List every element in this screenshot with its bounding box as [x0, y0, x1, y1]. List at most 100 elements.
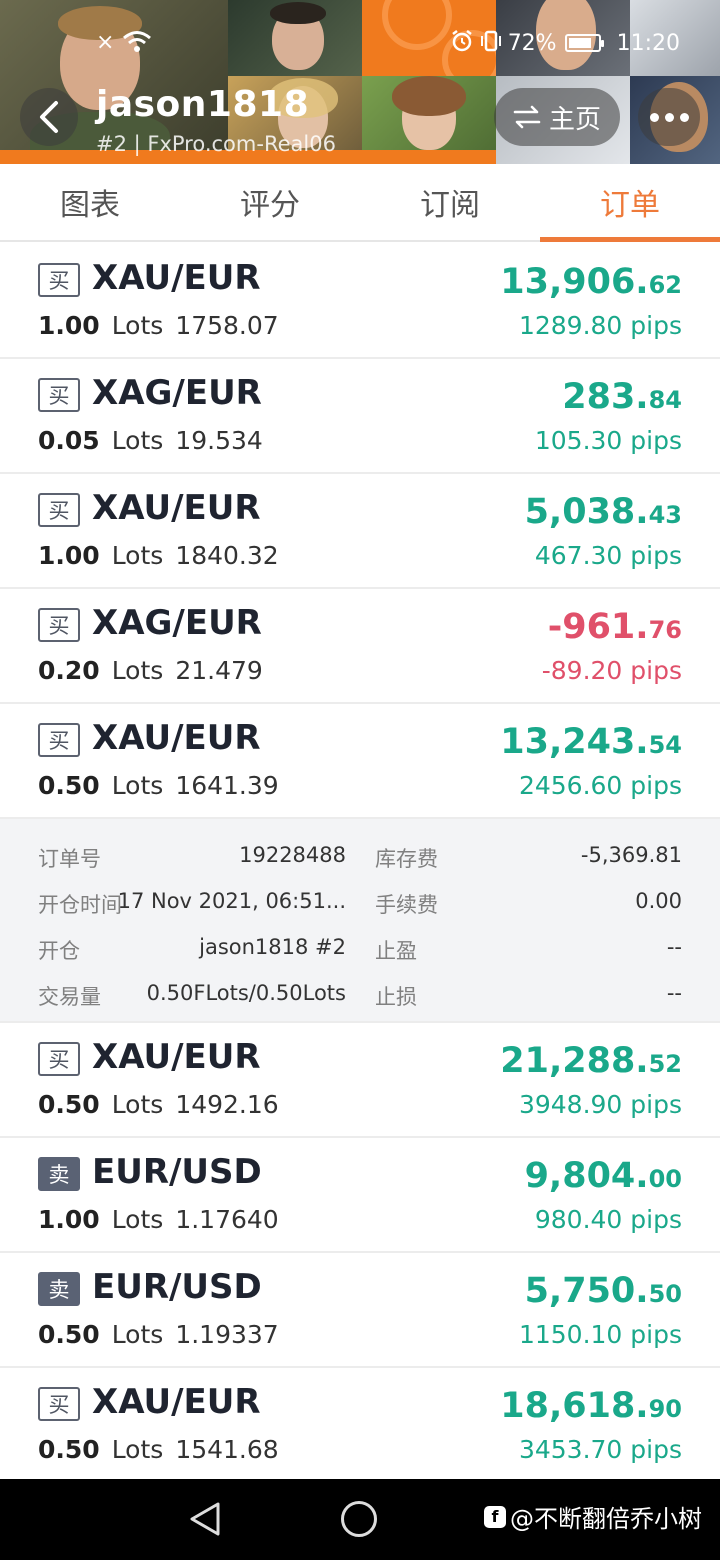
order-profit: 21,288.52 [500, 1041, 682, 1081]
order-profit-integer: 283. [562, 377, 649, 417]
order-profit: 13,243.54 [500, 722, 682, 762]
order-row[interactable]: 卖 EUR/USD 1.00 Lots 1.17640 9,804.00 980… [0, 1138, 720, 1253]
tab-chart[interactable]: 图表 [0, 164, 180, 240]
tab-orders[interactable]: 订单 [540, 164, 720, 242]
social-logo-icon: f [484, 1505, 506, 1528]
order-lots-unit: Lots [111, 426, 164, 455]
avatar-photo [228, 0, 362, 76]
order-row[interactable]: 买 XAU/EUR 1.00 Lots 1840.32 5,038.43 467… [0, 474, 720, 589]
order-side-badge: 买 [38, 723, 80, 757]
system-nav-bar: f @不断翻倍乔小树 [0, 1479, 720, 1560]
tab-rating[interactable]: 评分 [180, 164, 360, 240]
order-lots-unit: Lots [111, 1090, 164, 1119]
detail-row: 订单号 19228488 库存费 -5,369.81 [38, 835, 682, 881]
order-row[interactable]: 买 XAU/EUR 0.50 Lots 1641.39 13,243.54 24… [0, 704, 720, 819]
order-row[interactable]: 买 XAG/EUR 0.05 Lots 19.534 283.84 105.30… [0, 359, 720, 474]
take-profit-label: 止盈 [375, 939, 417, 963]
more-options-button[interactable] [638, 88, 700, 146]
order-row[interactable]: 买 XAU/EUR 0.50 Lots 1492.16 21,288.52 39… [0, 1023, 720, 1138]
notification-close-icon: × [96, 30, 115, 55]
stop-loss-label: 止损 [375, 985, 417, 1009]
order-pips: 3453.70 pips [518, 1435, 682, 1464]
order-lots-unit: Lots [111, 656, 164, 685]
order-open-price: 1541.68 [175, 1435, 279, 1464]
order-lots-unit: Lots [111, 541, 164, 570]
order-lots-line: 0.50 Lots 1.19337 [38, 1320, 279, 1349]
watermark-text: @不断翻倍乔小树 [510, 1505, 702, 1533]
order-pips: 1150.10 pips [518, 1320, 682, 1349]
vibrate-icon [480, 29, 502, 58]
order-profit-integer: 5,038. [524, 492, 649, 532]
more-dot-icon [664, 112, 674, 122]
order-profit-decimal: 76 [648, 616, 682, 644]
order-symbol: XAU/EUR [92, 488, 261, 528]
order-profit: 13,906.62 [500, 262, 682, 302]
order-lots-unit: Lots [111, 771, 164, 800]
order-open-price: 1840.32 [175, 541, 279, 570]
order-row[interactable]: 买 XAU/EUR 0.50 Lots 1541.68 18,618.90 34… [0, 1368, 720, 1483]
order-lots-unit: Lots [111, 311, 164, 340]
order-side-badge: 买 [38, 1387, 80, 1421]
order-lots-line: 0.20 Lots 21.479 [38, 656, 263, 685]
swap-value: -5,369.81 [580, 843, 682, 867]
order-pips: 105.30 pips [534, 426, 682, 455]
order-symbol: XAU/EUR [92, 1382, 261, 1422]
order-profit: 5,038.43 [525, 492, 682, 532]
order-side-badge: 买 [38, 263, 80, 297]
clock-time: 11:20 [616, 30, 680, 56]
commission-value: 0.00 [635, 889, 682, 913]
stop-loss-value: -- [666, 981, 682, 1005]
chevron-left-icon [40, 101, 58, 133]
nav-back-button[interactable] [188, 1501, 222, 1541]
open-by-value: jason1818 #2 [199, 935, 346, 959]
order-profit-decimal: 50 [648, 1280, 682, 1308]
volume-value: 0.50FLots/0.50Lots [146, 981, 346, 1005]
order-profit-decimal: 00 [648, 1165, 682, 1193]
alarm-icon [450, 29, 474, 58]
order-list: 买 XAU/EUR 1.00 Lots 1758.07 13,906.62 12… [0, 244, 720, 1483]
status-bar-right: 72% 11:20 [450, 28, 680, 58]
order-profit: 283.84 [562, 377, 682, 417]
order-lots-line: 0.50 Lots 1492.16 [38, 1090, 279, 1119]
order-lots-line: 1.00 Lots 1.17640 [38, 1205, 279, 1234]
triangle-back-icon [190, 1502, 220, 1536]
order-symbol: XAU/EUR [92, 1037, 261, 1077]
order-profit-decimal: 43 [648, 501, 682, 529]
order-profit: 9,804.00 [525, 1156, 682, 1196]
order-symbol: XAU/EUR [92, 258, 261, 298]
order-profit-decimal: 84 [648, 386, 682, 414]
order-row[interactable]: 买 XAG/EUR 0.20 Lots 21.479 -961.76 -89.2… [0, 589, 720, 704]
order-open-price: 1641.39 [175, 771, 279, 800]
order-side-badge: 买 [38, 1042, 80, 1076]
order-profit-decimal: 52 [648, 1050, 682, 1078]
order-profit-integer: 9,804. [524, 1156, 649, 1196]
order-lots-line: 0.50 Lots 1641.39 [38, 771, 279, 800]
battery-icon [564, 34, 604, 52]
order-lots: 0.20 [38, 656, 100, 685]
order-side-badge: 买 [38, 608, 80, 642]
home-button[interactable]: 主页 [494, 88, 620, 146]
order-profit-integer: 13,243. [500, 722, 649, 762]
order-lots: 1.00 [38, 311, 100, 340]
order-pips: 2456.60 pips [518, 771, 682, 800]
order-symbol: XAG/EUR [92, 603, 262, 643]
order-lots-unit: Lots [111, 1435, 164, 1464]
tab-subscription[interactable]: 订阅 [360, 164, 540, 240]
order-profit-integer: 18,618. [500, 1386, 649, 1426]
order-side-badge: 买 [38, 378, 80, 412]
order-open-price: 1.19337 [175, 1320, 279, 1349]
order-row[interactable]: 买 XAU/EUR 1.00 Lots 1758.07 13,906.62 12… [0, 244, 720, 359]
open-time-value: 17 Nov 2021, 06:51... [117, 889, 346, 913]
order-pips: 467.30 pips [534, 541, 682, 570]
order-lots: 0.50 [38, 1320, 100, 1349]
order-row[interactable]: 卖 EUR/USD 0.50 Lots 1.19337 5,750.50 115… [0, 1253, 720, 1368]
back-button[interactable] [20, 88, 78, 146]
order-lots-unit: Lots [111, 1205, 164, 1234]
order-pips: 1289.80 pips [518, 311, 682, 340]
profile-header: × 72% 11:20 jason1818 #2 | FxPro.com-Rea… [0, 0, 720, 164]
nav-home-button[interactable] [341, 1501, 377, 1537]
wifi-icon [122, 29, 152, 58]
profile-account: #2 | FxPro.com-Real06 [96, 132, 336, 156]
order-lots-line: 1.00 Lots 1840.32 [38, 541, 279, 570]
tab-bar: 图表 评分 订阅 订单 [0, 164, 720, 242]
